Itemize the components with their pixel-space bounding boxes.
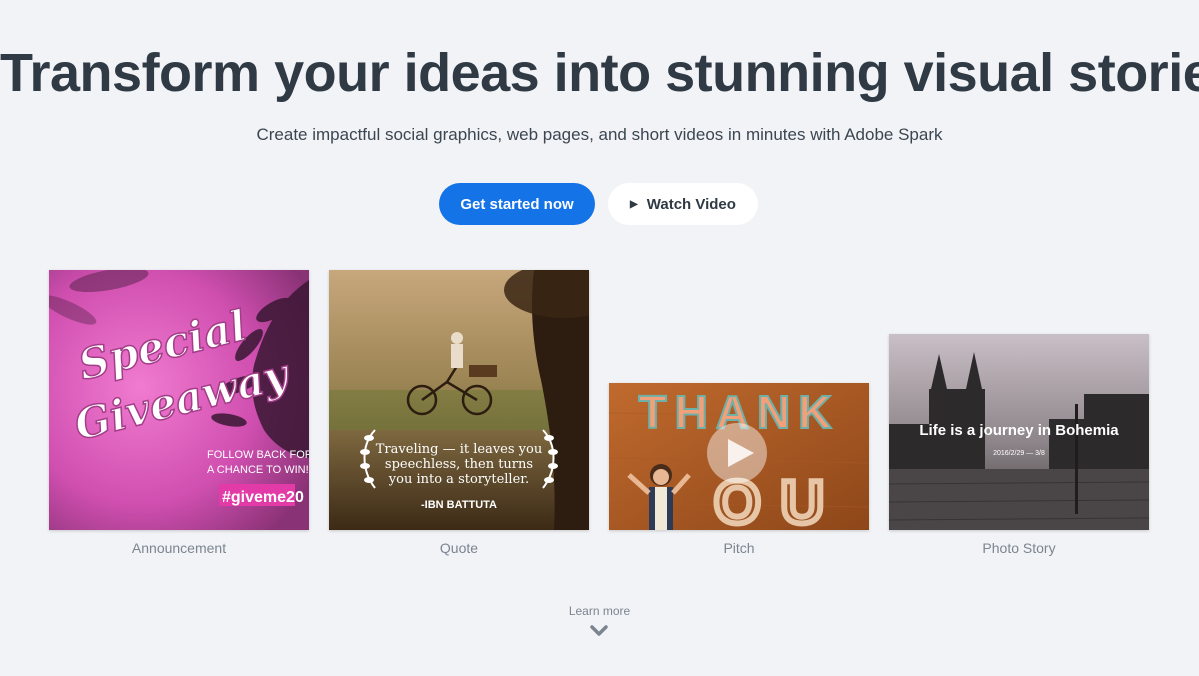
announcement-tag: #giveme20 [222, 489, 304, 506]
get-started-button[interactable]: Get started now [439, 183, 595, 225]
hero-headline: Transform your ideas into stunning visua… [0, 43, 1199, 103]
card-photo-story[interactable]: Life is a journey in Bohemia 2016/2/29 —… [889, 334, 1149, 530]
announcement-image: Special Giveaway FOLLOW BACK FOR A CHANC… [49, 270, 309, 530]
announcement-line-1: FOLLOW BACK FOR [207, 449, 309, 461]
hero-subheadline: Create impactful social graphics, web pa… [256, 125, 943, 144]
photo-story-image: Life is a journey in Bohemia 2016/2/29 —… [889, 334, 1149, 530]
play-icon: ▶ [630, 198, 638, 210]
photo-story-date: 2016/2/29 — 3/8 [993, 450, 1045, 457]
announcement-line-2: A CHANCE TO WIN! [207, 464, 309, 476]
caption-pitch: Pitch [723, 540, 755, 556]
quote-line-1: Traveling — it leaves you [376, 442, 542, 457]
quote-author: -IBN BATTUTA [421, 499, 497, 511]
chevron-down-icon[interactable] [590, 624, 608, 638]
learn-more-link[interactable]: Learn more [0, 604, 1199, 618]
caption-photo-story: Photo Story [982, 540, 1056, 556]
card-quote[interactable]: Traveling — it leaves you speechless, th… [329, 270, 589, 530]
cta-row: Get started now ▶ Watch Video [0, 183, 1199, 225]
card-pitch[interactable]: THANK OU [609, 383, 869, 530]
photo-story-title: Life is a journey in Bohemia [919, 422, 1119, 439]
watch-video-button[interactable]: ▶ Watch Video [608, 183, 758, 225]
watch-video-label: Watch Video [646, 195, 736, 213]
quote-line-3: you into a storyteller. [388, 472, 529, 487]
caption-quote: Quote [439, 540, 479, 556]
quote-image: Traveling — it leaves you speechless, th… [329, 270, 589, 530]
card-announcement[interactable]: Special Giveaway FOLLOW BACK FOR A CHANC… [49, 270, 309, 530]
pitch-image: THANK OU [609, 383, 869, 530]
caption-announcement: Announcement [131, 540, 227, 556]
quote-line-2: speechless, then turns [385, 457, 533, 472]
